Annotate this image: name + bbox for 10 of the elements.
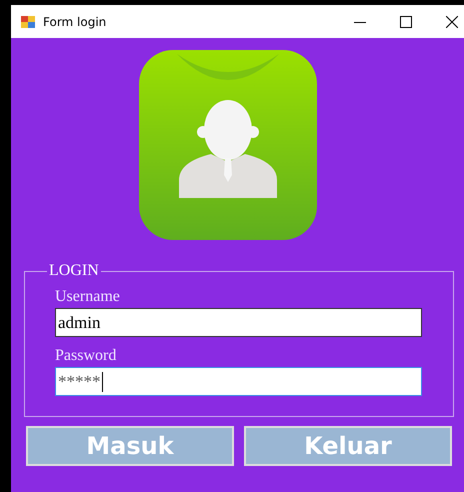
input-field[interactable]: admin	[55, 308, 422, 337]
user-avatar-icon	[138, 50, 316, 240]
close-icon[interactable]	[446, 16, 458, 28]
window-title: Form login	[43, 14, 106, 28]
field-label: Password	[55, 347, 118, 365]
input-field[interactable]: *****	[55, 367, 422, 396]
app-icon	[21, 16, 35, 28]
field-label: Username	[55, 288, 121, 306]
maximize-icon[interactable]	[400, 16, 412, 28]
group-legend: LOGIN	[47, 262, 101, 280]
